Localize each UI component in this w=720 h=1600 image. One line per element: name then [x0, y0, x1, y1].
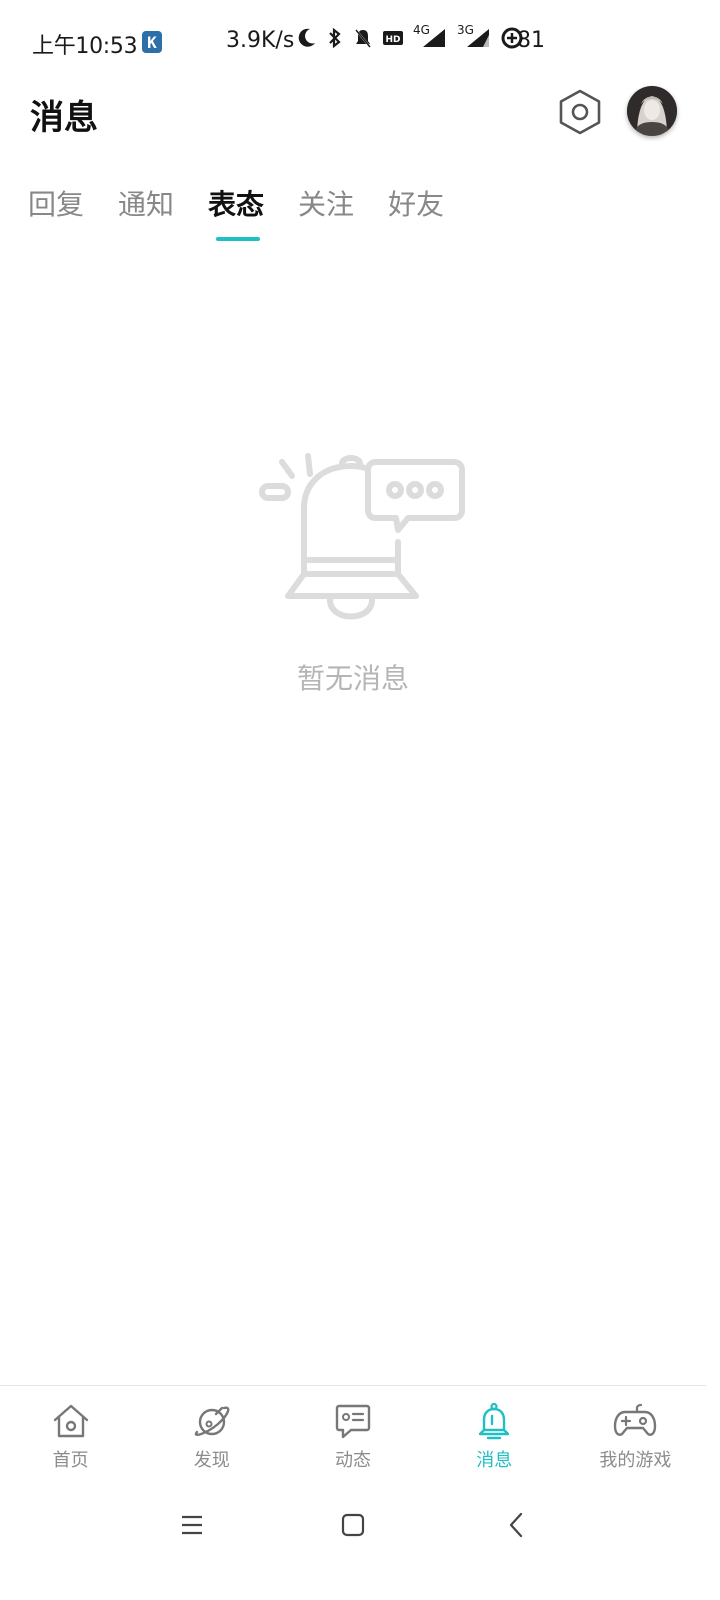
bell-chat-illustration [259, 453, 465, 620]
avatar-image [627, 86, 677, 136]
feed-chat-icon [335, 1404, 371, 1439]
nav-item-messages[interactable]: 消息 [424, 1386, 565, 1484]
active-tab-indicator [216, 237, 260, 241]
system-navigation-bar [0, 1484, 720, 1600]
battery-level: 81 [517, 28, 545, 53]
tab-notification[interactable]: 通知 [118, 183, 174, 223]
nav-label-home: 首页 [52, 1450, 89, 1471]
user-avatar[interactable] [627, 86, 677, 136]
status-time: 上午10:53 [32, 34, 138, 59]
tab-reaction[interactable]: 表态 [208, 183, 264, 223]
settings-button[interactable] [556, 88, 604, 136]
bell-icon [479, 1402, 510, 1440]
tab-reply[interactable]: 回复 [28, 183, 84, 223]
tab-follow[interactable]: 关注 [298, 183, 354, 223]
gamepad-icon [614, 1403, 657, 1436]
home-square-icon[interactable] [340, 1510, 366, 1540]
hd-icon: HD [383, 31, 403, 45]
bluetooth-icon [329, 27, 341, 49]
menu-icon[interactable] [180, 1510, 204, 1540]
signal-4g-icon: 4G [413, 23, 447, 49]
planet-icon [194, 1406, 230, 1436]
network-speed: 3.9K/s [226, 28, 295, 53]
nav-item-my-games[interactable]: 我的游戏 [565, 1386, 706, 1484]
home-icon [53, 1404, 88, 1438]
message-tabs: 回复 通知 表态 关注 好友 [28, 183, 444, 223]
nav-item-feed[interactable]: 动态 [282, 1386, 423, 1484]
nav-item-home[interactable]: 首页 [0, 1386, 141, 1484]
moon-icon [298, 28, 315, 47]
nav-label-my-games: 我的游戏 [599, 1450, 672, 1471]
tab-friends[interactable]: 好友 [388, 183, 444, 223]
k-app-icon: K [142, 31, 162, 53]
nav-item-discover[interactable]: 发现 [141, 1386, 282, 1484]
nav-label-messages: 消息 [476, 1450, 513, 1471]
nav-label-feed: 动态 [335, 1450, 371, 1471]
svg-text:HD: HD [385, 35, 400, 45]
bottom-navigation: 首页 发现 动态 消息 我的游戏 [0, 1385, 706, 1484]
mute-icon [355, 29, 371, 48]
status-icons: HD 4G 3G [297, 23, 523, 49]
page-title: 消息 [30, 98, 98, 138]
status-bar: 上午10:53 K 3.9K/s HD 4G 3G 81 [0, 0, 720, 84]
back-icon[interactable] [504, 1510, 528, 1540]
nav-label-discover: 发现 [193, 1450, 230, 1471]
settings-hexagon-icon [559, 89, 601, 135]
empty-state-text: 暂无消息 [296, 662, 409, 695]
signal-3g-icon: 3G [457, 23, 491, 49]
